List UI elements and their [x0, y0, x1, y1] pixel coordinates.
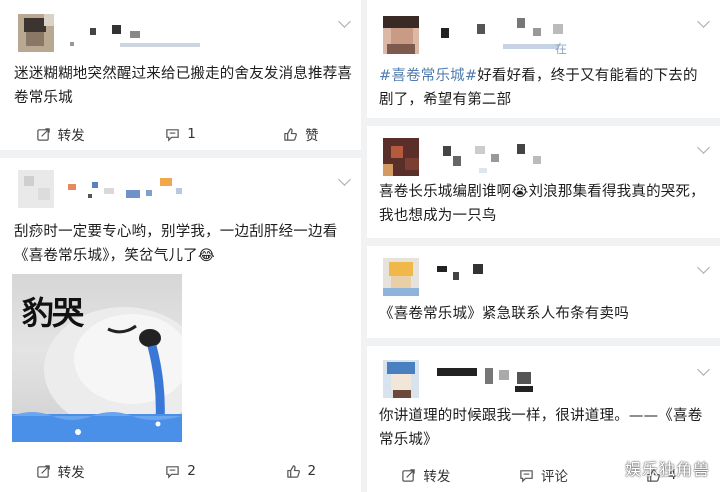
repost-label: 转发 [57, 128, 85, 144]
action-bar: 转发 1 赞 [0, 117, 361, 151]
post-text: 迷迷糊糊地突然醒过来给已搬走的舍友发消息推荐喜卷常乐城 [14, 66, 353, 106]
like-label: 赞 [305, 128, 319, 144]
like-button[interactable]: 赞 [241, 117, 361, 151]
comment-count: 2 [187, 463, 196, 479]
chevron-down-icon[interactable] [697, 261, 710, 274]
user-name[interactable] [433, 260, 493, 290]
chevron-down-icon[interactable] [338, 173, 351, 186]
repost-button[interactable]: 转发 [367, 458, 485, 492]
repost-icon [36, 127, 50, 141]
avatar[interactable] [383, 360, 419, 398]
like-icon [286, 464, 300, 478]
comment-icon [166, 465, 179, 479]
comment-icon [166, 128, 179, 142]
repost-icon [402, 468, 416, 482]
avatar[interactable] [18, 170, 54, 208]
user-name[interactable] [433, 140, 563, 173]
post-card[interactable]: 《喜卷常乐城》紧急联系人布条有卖吗 [367, 246, 720, 338]
chevron-down-icon[interactable] [338, 15, 351, 28]
chevron-down-icon[interactable] [697, 363, 710, 376]
post-text: 刮痧时一定要专心哟，别学我，一边刮肝经一边看《喜卷常乐城》，笑岔气儿了😂 [14, 224, 338, 264]
comment-button[interactable]: 评论 [485, 458, 603, 492]
post-text: #喜卷常乐城#好看好看，终于又有能看的下去的剧了，希望有第二部 [379, 68, 698, 108]
comment-count: 1 [187, 126, 196, 142]
chevron-down-icon[interactable] [697, 141, 710, 154]
user-name[interactable] [431, 362, 561, 392]
avatar[interactable] [18, 14, 54, 52]
post-text: 喜卷长乐城编剧谁啊😭刘浪那集看得我真的哭死，我也想成为一只鸟 [379, 184, 705, 224]
post-text: 《喜卷常乐城》紧急联系人布条有卖吗 [379, 306, 629, 322]
post-card[interactable]: 在 #喜卷常乐城#好看好看，终于又有能看的下去的剧了，希望有第二部 [367, 0, 720, 118]
repost-label: 转发 [423, 469, 451, 485]
comment-label: 评论 [541, 469, 568, 485]
avatar[interactable] [383, 138, 419, 176]
sticker-caption: 豹哭 [22, 294, 84, 332]
repost-button[interactable]: 转发 [0, 454, 120, 488]
watermark: 娱乐独角兽 [624, 460, 710, 479]
right-column: 在 #喜卷常乐城#好看好看，终于又有能看的下去的剧了，希望有第二部 喜卷长乐城编… [367, 0, 720, 492]
laughing-emoji: 😂 [197, 248, 216, 264]
user-name[interactable] [433, 14, 573, 49]
post-card[interactable]: 迷迷糊糊地突然醒过来给已搬走的舍友发消息推荐喜卷常乐城 转发 1 赞 [0, 0, 361, 150]
post-meta: 在 [555, 42, 568, 56]
like-icon [284, 127, 297, 141]
left-column: 迷迷糊糊地突然醒过来给已搬走的舍友发消息推荐喜卷常乐城 转发 1 赞 刮痧时一定… [0, 0, 361, 492]
post-text: 你讲道理的时候跟我一样，很讲道理。——《喜卷常乐城》 [379, 408, 703, 448]
post-card[interactable]: 刮痧时一定要专心哟，别学我，一边刮肝经一边看《喜卷常乐城》，笑岔气儿了😂 豹哭 … [0, 158, 361, 492]
topic-tag[interactable]: #喜卷常乐城# [379, 68, 477, 84]
repost-icon [36, 464, 50, 478]
user-name[interactable] [70, 22, 220, 52]
crying-emoji: 😭 [511, 184, 529, 200]
action-bar: 转发 2 2 [0, 454, 361, 488]
repost-button[interactable]: 转发 [0, 117, 120, 151]
comment-button[interactable]: 2 [120, 454, 240, 488]
chevron-down-icon[interactable] [697, 15, 710, 28]
avatar[interactable] [383, 258, 419, 296]
sticker-image[interactable]: 豹哭 [12, 274, 182, 442]
comment-button[interactable]: 1 [120, 117, 240, 151]
user-name[interactable] [64, 172, 204, 202]
like-button[interactable]: 2 [241, 454, 361, 488]
avatar[interactable] [383, 16, 419, 54]
post-card[interactable]: 喜卷长乐城编剧谁啊😭刘浪那集看得我真的哭死，我也想成为一只鸟 [367, 126, 720, 238]
repost-label: 转发 [57, 465, 85, 481]
like-count: 2 [307, 463, 317, 479]
comment-icon [520, 469, 533, 483]
